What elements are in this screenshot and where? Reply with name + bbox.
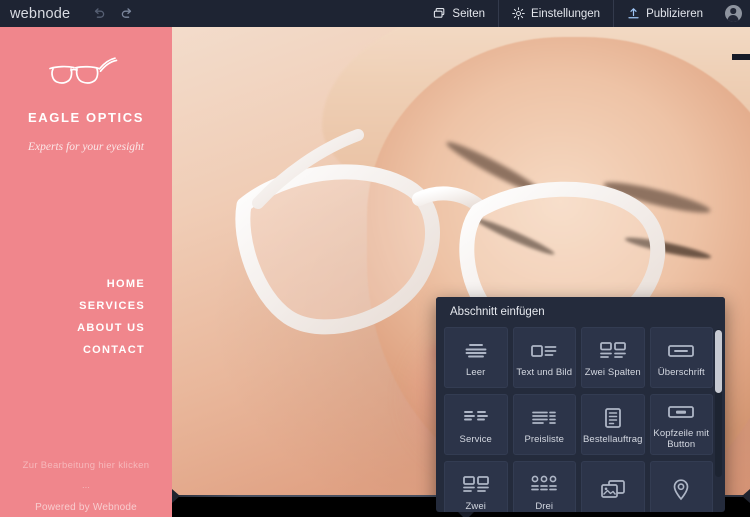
site-tagline[interactable]: Experts for your eyesight	[0, 141, 172, 153]
upload-icon	[627, 7, 640, 20]
panel-title: Abschnitt einfügen	[436, 297, 725, 327]
webnode-editor: webnode Seiten Einstellungen Publizieren…	[0, 0, 750, 517]
tile-leer[interactable]: Leer	[444, 327, 508, 388]
top-toolbar: webnode Seiten Einstellungen Publizieren	[0, 0, 750, 27]
nav-item-services[interactable]: SERVICES	[0, 295, 145, 317]
pages-icon	[433, 7, 446, 20]
tile-map[interactable]	[649, 461, 713, 512]
tile-bestellauftrag[interactable]: Bestellauftrag	[581, 394, 645, 455]
nav-item-about-us[interactable]: ABOUT US	[0, 317, 145, 339]
tile-zwei-spalten[interactable]: Zwei Spalten	[581, 327, 645, 388]
tile-grid: Leer Text und Bild Zwei Spalten Überschr…	[444, 327, 713, 512]
tile-label: Kopfzeile mit Button	[653, 428, 710, 450]
pricelist-icon	[530, 407, 558, 429]
site-canvas: EAGLE OPTICS Experts for your eyesight H…	[0, 27, 750, 517]
undo-arrow-icon[interactable]	[88, 3, 110, 25]
panel-scrollbar-thumb[interactable]	[715, 330, 722, 393]
two-columns-icon	[599, 340, 627, 362]
publish-button[interactable]: Publizieren	[613, 0, 716, 27]
tile-ueberschrift[interactable]: Überschrift	[649, 327, 713, 388]
nav-item-home[interactable]: HOME	[0, 273, 145, 295]
site-title[interactable]: EAGLE OPTICS	[0, 110, 172, 125]
webnode-logo[interactable]: webnode	[10, 6, 70, 22]
settings-button[interactable]: Einstellungen	[498, 0, 613, 27]
pages-button[interactable]: Seiten	[420, 0, 498, 27]
tile-label: Bestellauftrag	[583, 433, 643, 445]
tile-label: Zwei	[465, 500, 486, 512]
powered-by-text[interactable]: Powered by Webnode	[0, 502, 172, 513]
divider-cap-left	[172, 489, 180, 503]
tile-label: Leer	[466, 366, 486, 378]
settings-label: Einstellungen	[531, 7, 601, 20]
tile-label: Drei	[535, 500, 554, 512]
user-avatar-icon[interactable]	[716, 0, 750, 27]
tile-preisliste[interactable]: Preisliste	[512, 394, 576, 455]
order-form-icon	[603, 407, 623, 429]
publish-label: Publizieren	[646, 7, 703, 20]
top-toolbar-actions: Seiten Einstellungen Publizieren	[420, 0, 750, 27]
tile-label: Zwei Spalten	[584, 366, 641, 378]
tile-kopfzeile-mit-button[interactable]: Kopfzeile mit Button	[649, 394, 713, 455]
avatar	[724, 5, 742, 22]
map-pin-icon	[671, 479, 691, 501]
redo-arrow-icon[interactable]	[116, 3, 138, 25]
tile-text-und-bild[interactable]: Text und Bild	[512, 327, 576, 388]
gallery-icon	[599, 479, 627, 501]
tile-zwei[interactable]: Zwei	[444, 461, 508, 512]
pages-label: Seiten	[452, 7, 486, 20]
site-footer: Zur Bearbeitung hier klicken ... Powered…	[0, 460, 172, 517]
footer-dots: ...	[82, 480, 90, 491]
right-edge-strip	[732, 54, 750, 60]
gear-icon	[512, 7, 525, 20]
nav-item-contact[interactable]: CONTACT	[0, 339, 145, 361]
tile-label: Service	[459, 433, 492, 445]
two-boxes-icon	[462, 474, 490, 496]
site-left-column[interactable]: EAGLE OPTICS Experts for your eyesight H…	[0, 27, 172, 517]
header-with-button-icon	[667, 401, 695, 423]
eyeglasses-icon	[47, 52, 125, 94]
divider-cap-right	[742, 489, 750, 503]
text-and-image-icon	[530, 340, 558, 362]
service-icon	[462, 407, 490, 429]
edit-hint-text[interactable]: Zur Bearbeitung hier klicken	[0, 460, 172, 471]
blank-lines-icon	[463, 340, 489, 362]
tile-service[interactable]: Service	[444, 394, 508, 455]
site-navigation: HOME SERVICES ABOUT US CONTACT	[0, 273, 172, 361]
tile-label: Text und Bild	[516, 366, 573, 378]
panel-tile-list: Leer Text und Bild Zwei Spalten Überschr…	[436, 327, 725, 512]
tile-gallery[interactable]	[581, 461, 645, 512]
heading-icon	[667, 340, 695, 362]
three-dots-grid-icon	[530, 474, 558, 496]
tile-label: Preisliste	[524, 433, 565, 445]
insert-section-panel: Abschnitt einfügen Leer Text und Bild Zw…	[436, 297, 725, 512]
tile-label: Überschrift	[657, 366, 705, 378]
tile-drei[interactable]: Drei	[512, 461, 576, 512]
